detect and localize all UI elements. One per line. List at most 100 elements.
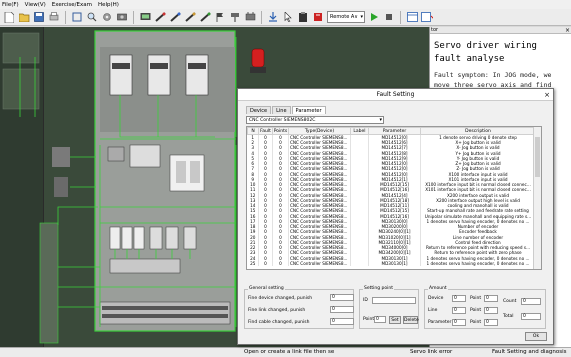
menu-file[interactable]: File(F): [2, 2, 19, 8]
status-mode: Fault Setting and diagnosis: [492, 349, 567, 355]
scrollbar-thumb[interactable]: [535, 137, 540, 177]
table-cell: X101 interface input bit is normal close…: [420, 187, 536, 193]
parameter-label: Parameter: [428, 320, 452, 325]
table-cell: CNC Controller SIEMENS8...: [288, 250, 351, 256]
tutor-panel-label: tor: [431, 27, 439, 33]
menu-help[interactable]: Help(H): [98, 2, 119, 8]
toolbar-separator: [400, 10, 401, 24]
column-header[interactable]: Points: [272, 127, 289, 135]
table-row[interactable]: 8 0 0 CNC Controller SIEMENS8... MD14512[0] X…: [247, 171, 536, 177]
toolbar-separator: [133, 10, 134, 24]
close-icon[interactable]: ×: [544, 89, 550, 101]
tutor-title-line: Servo driver wiring: [434, 41, 537, 51]
table-row[interactable]: 19 0 0 CNC Controller SIEMENS8... MD30240[0]…: [247, 229, 536, 235]
pin-icon[interactable]: [229, 11, 241, 23]
table-cell: CNC Controller SIEMENS8...: [288, 171, 351, 177]
delete-button[interactable]: Delete: [403, 316, 419, 324]
parameter-count-field: 0: [452, 319, 466, 326]
close-icon[interactable]: ×: [565, 27, 571, 34]
search-icon[interactable]: [86, 11, 98, 23]
parameter-point-field: 0: [484, 319, 498, 326]
wire-tool-2-icon[interactable]: [169, 11, 181, 23]
table-row[interactable]: 16 0 0 CNC Controller SIEMENS8... MD14512[16…: [247, 213, 536, 219]
id-input[interactable]: [372, 297, 416, 304]
controller-select-value: CNC Controller SIEMENS802C: [249, 118, 316, 123]
zoom-icon[interactable]: [71, 11, 83, 23]
book-icon[interactable]: [312, 11, 324, 23]
device-count-field: 0: [452, 295, 466, 302]
table-row[interactable]: 4 0 0 CNC Controller SIEMENS8... MD14512[8] Y…: [247, 150, 536, 156]
settings-icon[interactable]: [101, 11, 113, 23]
table-row[interactable]: 25 0 0 CNC Controller SIEMENS8... MD30130[1]…: [247, 260, 536, 266]
table-cell: CNC Controller SIEMENS8...: [288, 192, 351, 198]
wire-tool-icon[interactable]: [154, 11, 166, 23]
run-icon[interactable]: [368, 11, 380, 23]
column-header[interactable]: Type(Device): [288, 127, 351, 135]
tutor-panel-header: tor ×: [430, 27, 571, 34]
device-punish-input[interactable]: 0: [330, 294, 354, 301]
table-cell: 0: [258, 260, 273, 266]
column-header[interactable]: N: [247, 127, 259, 135]
line-count-field: 0: [452, 307, 466, 314]
camera-icon[interactable]: [116, 11, 128, 23]
group-title: General setting: [248, 286, 285, 292]
stop-icon[interactable]: [383, 11, 395, 23]
table-row[interactable]: 11 0 0 CNC Controller SIEMENS8... MD14512[16…: [247, 187, 536, 193]
cable-punish-input[interactable]: 0: [330, 318, 354, 325]
tutor-title-line: fault analyse: [434, 54, 505, 64]
point-input[interactable]: 0: [374, 316, 386, 323]
table-cell: Return to reference point with zero phas…: [420, 250, 536, 256]
table-cell: 1 denotes servo having encoder, 0 denote…: [420, 255, 536, 261]
chevron-down-icon: ▾: [379, 117, 382, 123]
layout-icon[interactable]: [406, 11, 418, 23]
table-row[interactable]: 24 0 0 CNC Controller SIEMENS8... MD30130[1]…: [247, 255, 536, 261]
group-title: Setting point: [363, 286, 395, 292]
toolbar-separator: [65, 10, 66, 24]
controller-select[interactable]: CNC Controller SIEMENS802C ▾: [246, 116, 384, 124]
wire-tool-4-icon[interactable]: [199, 11, 211, 23]
tab-parameter[interactable]: Parameter: [291, 106, 326, 114]
ok-button[interactable]: Ok: [525, 332, 547, 341]
table-row[interactable]: 23 0 0 CNC Controller SIEMENS8... MD34200[0]…: [247, 250, 536, 256]
tab-line[interactable]: Line: [272, 106, 291, 114]
set-button[interactable]: Set: [389, 316, 401, 324]
status-hint: Open or create a link file then se: [244, 349, 335, 355]
mode-select[interactable]: Remote A∨ ▾: [327, 11, 365, 23]
table-row[interactable]: 12 0 0 CNC Controller SIEMENS8... MD14512[4]…: [247, 192, 536, 198]
menu-exercise-exam[interactable]: Exercise/Exam: [52, 2, 92, 8]
general-setting-label: Find cable changed, punish: [248, 320, 310, 325]
component-icon[interactable]: [244, 11, 256, 23]
column-header[interactable]: Description: [420, 127, 536, 135]
cursor-icon[interactable]: [282, 11, 294, 23]
table-cell: 0: [272, 260, 289, 266]
flag-icon[interactable]: [214, 11, 226, 23]
probe-icon[interactable]: [139, 11, 151, 23]
status-error: Servo link error: [410, 349, 453, 355]
table-row[interactable]: 15 0 0 CNC Controller SIEMENS8... MD14512[15…: [247, 208, 536, 214]
save-icon[interactable]: [33, 11, 45, 23]
tutor-title: Servo driver wiring fault analyse: [430, 34, 571, 66]
wire-tool-3-icon[interactable]: [184, 11, 196, 23]
link-punish-input[interactable]: 0: [330, 306, 354, 313]
new-icon[interactable]: [3, 11, 15, 23]
print-icon[interactable]: [48, 11, 60, 23]
table-cell: CNC Controller SIEMENS8...: [288, 187, 351, 193]
clipboard-icon[interactable]: [297, 11, 309, 23]
general-setting-label: Fine device changed, punish: [248, 296, 313, 301]
general-setting-label: Fine link changed, punish: [248, 308, 306, 313]
toolbar-separator: [261, 10, 262, 24]
table-row[interactable]: 3 0 0 CNC Controller SIEMENS8... MD14512[7] X…: [247, 145, 536, 151]
tab-device[interactable]: Device: [246, 106, 272, 114]
table-cell: CNC Controller SIEMENS8...: [288, 208, 351, 214]
panel-icon[interactable]: [421, 11, 433, 23]
open-icon[interactable]: [18, 11, 30, 23]
column-header[interactable]: Fault: [258, 127, 273, 135]
column-header[interactable]: Label: [350, 127, 369, 135]
table-row[interactable]: 20 0 0 CNC Controller SIEMENS8... MD31020[0]…: [247, 234, 536, 240]
table-row[interactable]: 7 0 0 CNC Controller SIEMENS8... MD14512[0] Z…: [247, 166, 536, 172]
download-icon[interactable]: [267, 11, 279, 23]
setting-point-group: Setting point ID Point 0 Set Delete: [359, 286, 419, 329]
column-header[interactable]: Parameter: [368, 127, 421, 135]
menu-view[interactable]: View(V): [25, 2, 46, 8]
table-scrollbar[interactable]: [533, 127, 541, 269]
